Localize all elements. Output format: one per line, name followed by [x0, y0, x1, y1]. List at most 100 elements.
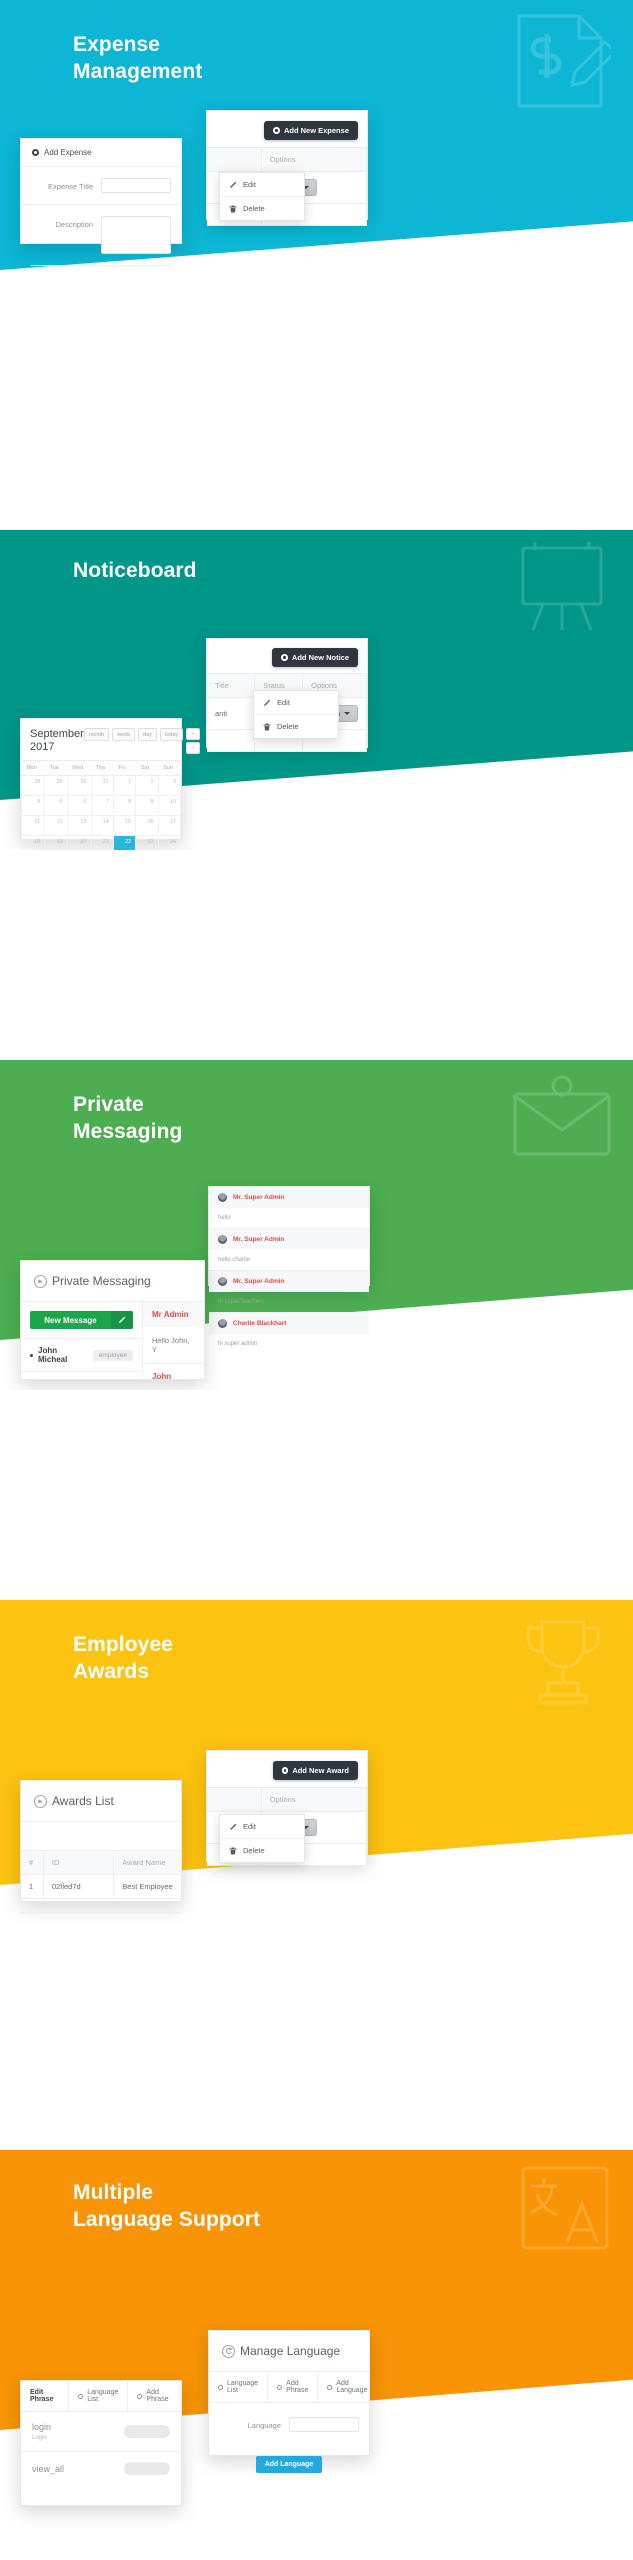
expense-title-input[interactable]	[101, 178, 171, 193]
chevron-down-icon	[344, 712, 350, 715]
dropdown-item-edit[interactable]: Edit	[254, 691, 338, 715]
section-multiple-language-support: Multiple Language Support Manage Languag…	[0, 2150, 633, 2560]
weekday-tue: Tue	[44, 760, 68, 776]
form-divider	[31, 265, 171, 274]
circle-plus-icon	[34, 1274, 47, 1288]
calendar-day[interactable]: 28	[20, 775, 46, 796]
calendar-day[interactable]: 6	[66, 795, 92, 816]
calendar-day[interactable]: 2	[135, 775, 159, 796]
new-message-label: New Message	[44, 1315, 97, 1325]
calendar-day[interactable]: 18	[20, 835, 46, 850]
tab-language-list[interactable]: Language List	[69, 2381, 129, 2411]
phrase-key: view_all	[32, 2463, 65, 2474]
notice-action-dropdown[interactable]: Edit Delete	[253, 690, 339, 739]
calendar-day[interactable]: 24	[157, 835, 182, 850]
calendar-day[interactable]: 13	[66, 815, 92, 836]
add-new-notice-button[interactable]: Add New Notice	[272, 648, 358, 667]
avatar	[218, 1319, 227, 1328]
dropdown-item-edit[interactable]: Edit	[220, 1815, 304, 1839]
dropdown-label-delete: Delete	[277, 722, 299, 731]
awards-action-dropdown[interactable]: Edit Delete	[219, 1814, 305, 1863]
calendar-day[interactable]: 12	[44, 815, 68, 836]
dropdown-item-edit[interactable]: Edit	[220, 173, 304, 197]
private-messaging-card: Private Messaging New Message John Miche…	[20, 1260, 205, 1380]
calendar-week-row: 11 12 13 14 15 16 17	[20, 815, 182, 836]
section-noticeboard: Noticeboard Add New Notice Title Status …	[0, 530, 633, 850]
new-message-button[interactable]: New Message	[30, 1311, 133, 1329]
plus-circle-icon	[281, 654, 288, 661]
calendar-day[interactable]: 16	[135, 815, 159, 836]
calendar-week-row: 4 5 6 7 8 9 10	[20, 795, 182, 816]
add-new-award-button[interactable]: Add New Award	[272, 1761, 358, 1780]
dropdown-item-delete[interactable]: Delete	[220, 197, 304, 220]
calendar-day[interactable]: 3	[157, 775, 182, 796]
awards-list-card: Awards List # ID Award Name 1 02fled7d B…	[20, 1780, 182, 1913]
section-private-messaging: Private Messaging Mr. Super Admin hello …	[0, 1060, 633, 1390]
add-language-button[interactable]: Add Language	[255, 2456, 323, 2473]
calendar-day[interactable]: 21	[90, 835, 114, 850]
tab-add-language[interactable]: Add Language	[318, 2372, 376, 2402]
phrase-input[interactable]	[124, 2425, 170, 2438]
calendar-view-week[interactable]: week	[112, 728, 135, 741]
calendar-day[interactable]: 14	[90, 815, 114, 836]
table-header-row: Options	[207, 1787, 368, 1812]
phrase-row: view_all	[21, 2452, 181, 2485]
expense-description-input[interactable]	[101, 216, 171, 254]
calendar-view-today[interactable]: today	[159, 728, 184, 741]
calendar-view-day[interactable]: day	[137, 728, 157, 741]
calendar-day[interactable]: 9	[135, 795, 159, 816]
trophy-icon	[518, 1616, 608, 1713]
calendar-day[interactable]: 11	[20, 815, 46, 836]
trash-icon	[263, 723, 271, 730]
cell-number: 1	[21, 1874, 44, 1899]
calendar-next-button[interactable]: ›	[186, 742, 201, 754]
expense-action-dropdown[interactable]: Edit Delete	[219, 172, 305, 221]
section-employee-awards: Employee Awards Add New Award Options Ed…	[0, 1600, 633, 1940]
private-messaging-title: Private Messaging	[52, 1274, 151, 1288]
section-title-noticeboard: Noticeboard	[73, 559, 197, 582]
dropdown-item-delete[interactable]: Delete	[220, 1839, 304, 1862]
calendar-day[interactable]: 29	[44, 775, 68, 796]
add-new-expense-button[interactable]: Add New Expense	[264, 121, 358, 140]
dropdown-label-delete: Delete	[243, 204, 265, 213]
col-options: Options	[260, 1787, 368, 1812]
calendar-day[interactable]: 17	[157, 815, 182, 836]
awards-list-spacer	[21, 1822, 181, 1850]
dropdown-item-delete[interactable]: Delete	[254, 715, 338, 738]
calendar-day[interactable]: 19	[44, 835, 68, 850]
calendar-day[interactable]: 7	[90, 795, 114, 816]
language-input[interactable]	[289, 2417, 359, 2432]
tab-add-phrase[interactable]: Add Phrase	[128, 2381, 181, 2411]
calendar-prev-button[interactable]: ‹	[186, 728, 201, 740]
tab-add-phrase[interactable]: Add Phrase	[268, 2372, 319, 2402]
calendar-day[interactable]: 31	[90, 775, 114, 796]
calendar-view-month[interactable]: month	[83, 728, 110, 741]
tab-language-list[interactable]: Language List	[209, 2372, 269, 2402]
calendar-day[interactable]: 15	[112, 815, 137, 836]
list-icon	[218, 2384, 223, 2390]
calendar-day[interactable]: 5	[44, 795, 68, 816]
phrase-input[interactable]	[124, 2462, 170, 2475]
tab-edit-phrase[interactable]: Edit Phrase	[21, 2381, 70, 2411]
add-new-notice-label: Add New Notice	[291, 653, 349, 662]
weekday-sat: Sat	[135, 760, 159, 776]
calendar-day[interactable]: 23	[135, 835, 159, 850]
page-root: Expense Management Add New Expense Optio…	[0, 0, 633, 2560]
calendar-day[interactable]: 20	[66, 835, 92, 850]
awards-list-header: Awards List	[21, 1781, 181, 1822]
calendar-day[interactable]: 1	[112, 775, 137, 796]
calendar-day[interactable]: 10	[157, 795, 182, 816]
calendar-day[interactable]: 4	[20, 795, 46, 816]
weekday-mon: Mon	[21, 760, 45, 776]
calendar-day[interactable]: 8	[112, 795, 137, 816]
tab-label: Add Phrase	[146, 2389, 169, 2403]
avatar	[218, 1193, 227, 1202]
calendar-weekday-row: Mon Tue Wed Thu Fri Sat Sun	[21, 760, 181, 776]
cell-award-name: Best Employee	[113, 1874, 181, 1899]
col-number: #	[21, 1850, 44, 1875]
calendar-nav: ‹ ›	[186, 728, 201, 754]
calendar-day[interactable]: 30	[66, 775, 92, 796]
conversation-role-tag: employee	[92, 1349, 133, 1361]
calendar-day-today[interactable]: 22	[112, 835, 137, 850]
conversation-item[interactable]: John Micheal employee	[21, 1338, 142, 1371]
